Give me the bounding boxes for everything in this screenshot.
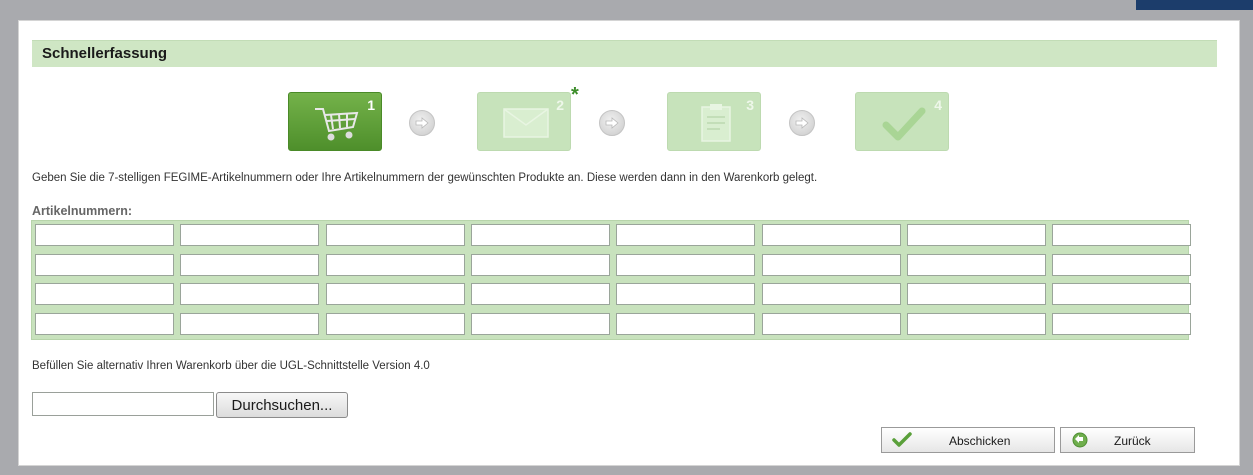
article-number-input[interactable] [1052,283,1192,305]
step-1-cart[interactable]: 1 [288,92,382,151]
article-number-input[interactable] [906,253,1046,276]
checkmark-icon [892,432,912,447]
quick-entry-panel: Schnellerfassung 1 2 * 3 4 Geben Sie die… [18,20,1240,466]
article-number-input[interactable] [325,253,465,276]
clipboard-icon [701,104,731,142]
article-number-input[interactable] [325,312,465,335]
article-number-input[interactable] [180,253,320,276]
article-number-input[interactable] [761,224,901,246]
step-2-marker: * [571,84,579,106]
step-number: 3 [746,97,754,113]
article-number-input[interactable] [470,224,610,246]
arrow-right-icon [409,110,435,136]
article-number-input[interactable] [325,224,465,246]
envelope-icon [503,108,549,138]
step-number: 1 [367,97,375,113]
article-number-input[interactable] [35,253,174,276]
submit-button[interactable]: Abschicken [881,427,1055,453]
panel-title: Schnellerfassung [42,45,168,62]
browse-button[interactable]: Durchsuchen... [216,392,348,418]
article-number-input[interactable] [470,253,610,276]
article-number-input[interactable] [35,312,174,335]
back-arrow-icon [1072,432,1088,448]
article-number-input[interactable] [616,253,756,276]
article-numbers-label: Artikelnummern: [32,204,133,218]
article-number-input[interactable] [180,283,320,305]
article-number-input[interactable] [1052,224,1192,246]
article-number-input[interactable] [470,312,610,335]
article-number-input[interactable] [35,283,174,305]
shopping-cart-icon [315,108,359,141]
step-number: 4 [934,97,942,113]
back-button[interactable]: Zurück [1060,427,1195,453]
article-number-input[interactable] [35,224,174,246]
ugl-upload-text: Befüllen Sie alternativ Ihren Warenkorb … [32,360,430,372]
article-number-input[interactable] [1052,312,1192,335]
intro-text: Geben Sie die 7-stelligen FEGIME-Artikel… [32,172,818,184]
ugl-file-input[interactable] [32,392,214,416]
article-number-input[interactable] [325,283,465,305]
step-2-envelope[interactable]: 2 [477,92,571,151]
submit-button-label: Abschicken [949,434,1011,448]
article-number-input[interactable] [616,283,756,305]
step-3-clipboard[interactable]: 3 [667,92,761,151]
article-number-grid [31,220,1192,340]
article-number-input[interactable] [761,283,901,305]
article-number-input[interactable] [761,253,901,276]
step-number: 2 [556,97,564,113]
article-number-input[interactable] [761,312,901,335]
article-number-input[interactable] [180,312,320,335]
article-number-input[interactable] [1052,253,1192,276]
article-number-input[interactable] [180,224,320,246]
article-number-input[interactable] [906,283,1046,305]
arrow-right-icon [599,110,625,136]
arrow-right-icon [789,110,815,136]
article-number-input[interactable] [470,283,610,305]
step-4-confirm[interactable]: 4 [855,92,949,151]
checkmark-icon [882,107,926,141]
back-button-label: Zurück [1114,434,1151,448]
article-number-input[interactable] [906,312,1046,335]
article-number-input[interactable] [616,312,756,335]
article-number-input[interactable] [616,224,756,246]
corner-tab [1136,0,1253,10]
panel-header: Schnellerfassung [32,40,1217,67]
article-number-input[interactable] [906,224,1046,246]
